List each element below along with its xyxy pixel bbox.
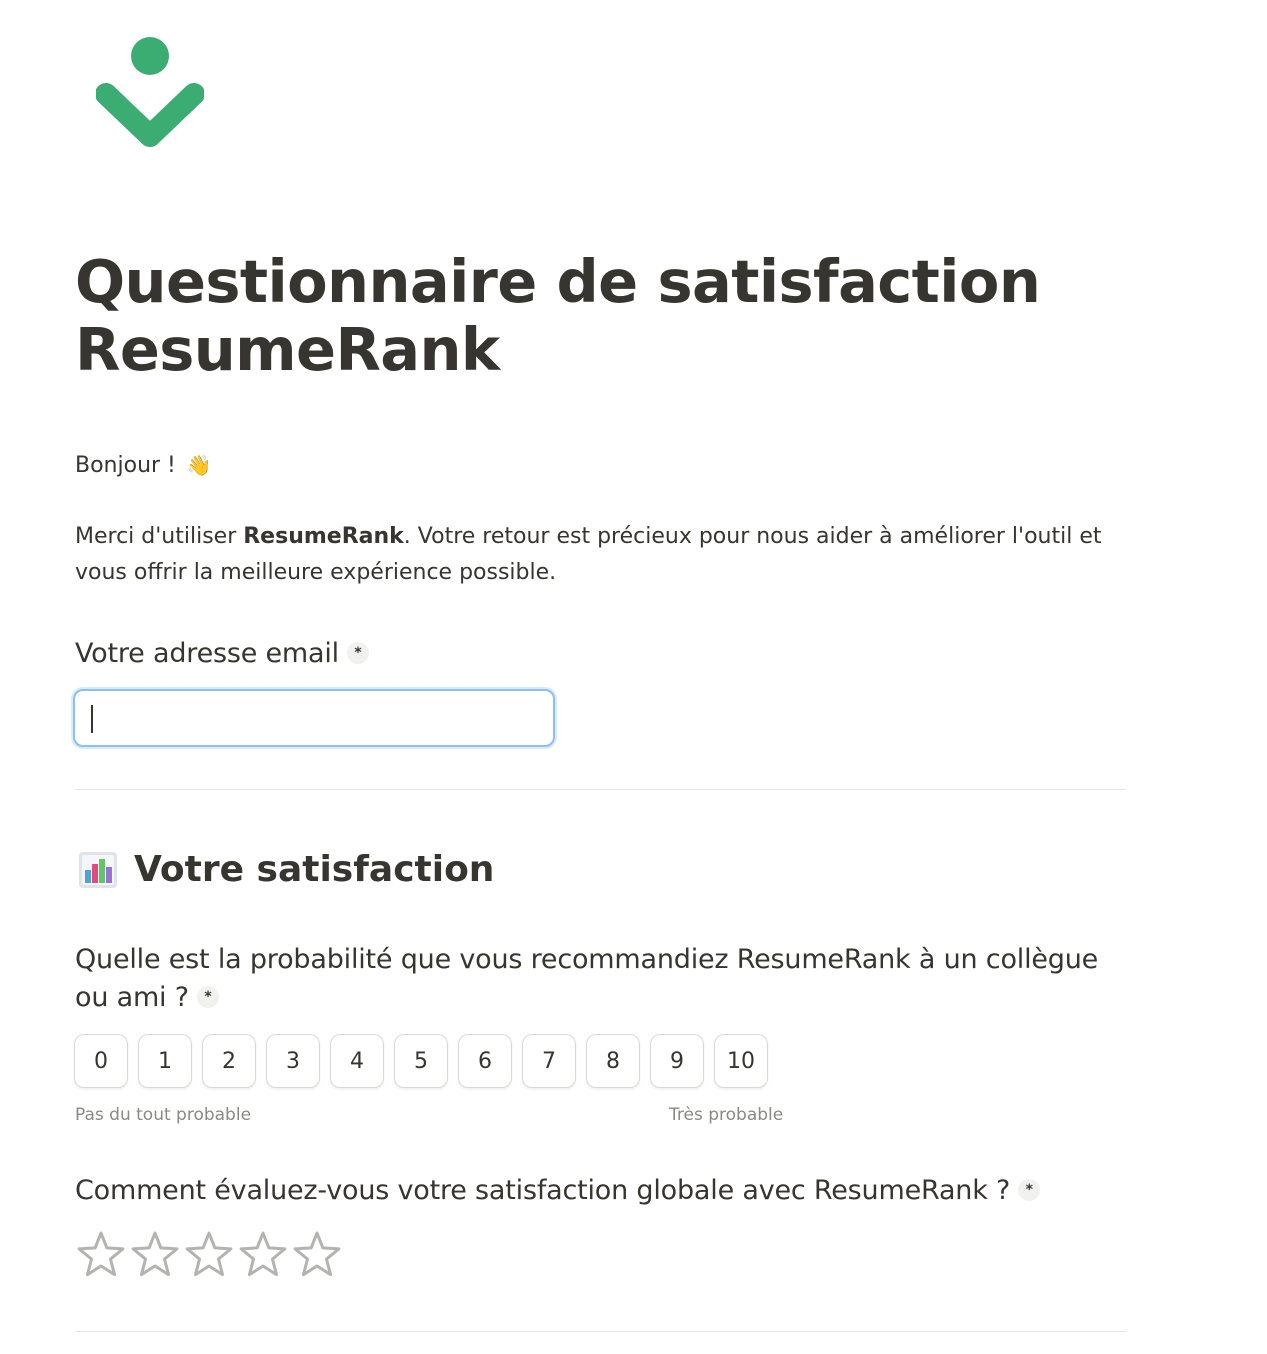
form-page: Questionnaire de satisfaction ResumeRank… [0, 0, 1267, 1354]
nps-option-3[interactable]: 3 [266, 1034, 320, 1088]
intro-brand-name: ResumeRank [243, 524, 404, 549]
nps-option-2[interactable]: 2 [202, 1034, 256, 1088]
rating-question-label: Comment évaluez-vous votre satisfaction … [75, 1172, 1041, 1210]
section-divider [75, 789, 1126, 790]
nps-question-label: Quelle est la probabilité que vous recom… [75, 941, 1135, 1017]
star-3-icon[interactable] [182, 1228, 236, 1282]
star-5-icon[interactable] [290, 1228, 344, 1282]
text-cursor [91, 705, 93, 733]
section-heading: Votre satisfaction [78, 846, 494, 894]
section-title-text: Votre satisfaction [134, 849, 495, 890]
required-asterisk-icon: * [196, 985, 219, 1008]
scale-high-label: Très probable [669, 1105, 784, 1125]
nps-option-8[interactable]: 8 [586, 1034, 640, 1088]
scale-low-label: Pas du tout probable [75, 1105, 252, 1125]
star-rating [74, 1228, 344, 1282]
email-label-text: Votre adresse email [75, 638, 339, 669]
email-question-label: Votre adresse email * [75, 635, 369, 673]
intro-text-before: Merci d'utiliser [75, 524, 244, 549]
nps-label-text: Quelle est la probabilité que vous recom… [75, 944, 1099, 1013]
waving-hand-icon: 👋 [186, 453, 212, 477]
email-input[interactable] [73, 689, 555, 747]
intro-paragraph: Merci d'utiliser ResumeRank. Votre retou… [75, 519, 1135, 591]
rating-label-text: Comment évaluez-vous votre satisfaction … [75, 1175, 1011, 1206]
section-divider [75, 1331, 1126, 1332]
nps-option-4[interactable]: 4 [330, 1034, 384, 1088]
nps-option-9[interactable]: 9 [650, 1034, 704, 1088]
nps-option-1[interactable]: 1 [138, 1034, 192, 1088]
star-2-icon[interactable] [128, 1228, 182, 1282]
required-asterisk-icon: * [346, 641, 369, 664]
nps-option-0[interactable]: 0 [74, 1034, 128, 1088]
nps-scale: 0 1 2 3 4 5 6 7 8 9 10 [74, 1034, 768, 1088]
nps-option-7[interactable]: 7 [522, 1034, 576, 1088]
greeting-label: Bonjour ! [75, 453, 176, 478]
star-4-icon[interactable] [236, 1228, 290, 1282]
resumerank-logo-icon [96, 37, 204, 147]
greeting-text: Bonjour ! 👋 [75, 450, 212, 481]
bar-chart-icon [79, 852, 117, 888]
nps-option-5[interactable]: 5 [394, 1034, 448, 1088]
form-title: Questionnaire de satisfaction ResumeRank [75, 247, 1041, 384]
nps-option-10[interactable]: 10 [714, 1034, 768, 1088]
required-asterisk-icon: * [1018, 1178, 1041, 1201]
nps-option-6[interactable]: 6 [458, 1034, 512, 1088]
star-1-icon[interactable] [74, 1228, 128, 1282]
